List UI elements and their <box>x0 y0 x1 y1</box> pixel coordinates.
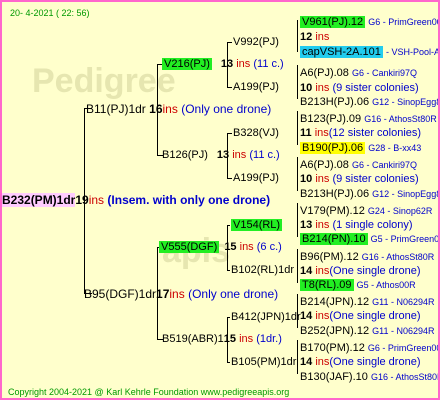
grandparent-4-count: 15 <box>223 333 237 345</box>
date-stamp: 20- 4-2021 ( 22: 56) <box>10 8 90 18</box>
grandparent-node-4[interactable]: B519(ABR)115 ins (1dr.) <box>162 332 282 346</box>
grandparent-1-count: 13 <box>220 58 234 70</box>
gen4-row-7[interactable]: A6(PJ).08 G6 - Cankiri97Q <box>300 158 417 172</box>
gen4-row-11[interactable]: B96(PM).12 G16 - AthosSt80R <box>300 250 434 264</box>
root-inbreeding-count: 19 <box>75 193 89 207</box>
grandparent-4-ins: ins <box>239 333 254 345</box>
gen4-row-10[interactable]: B214(PN).10 G5 - PrimGreen00 <box>300 232 438 246</box>
line-gen3-1-bottom <box>227 87 232 88</box>
parent-1-ins: ins <box>162 102 178 116</box>
gen4-row-2[interactable]: capVSH-2A.101 - VSH-Pool-AR <box>300 45 438 59</box>
parent-2-count: 17 <box>156 287 170 301</box>
gen3-1-id: V992(PJ) <box>233 36 279 48</box>
grandparent-2-id: B126(PJ) <box>162 149 208 161</box>
gen4-row-9-note: 13 ins (1 single colony) <box>300 219 413 231</box>
line-gen4-8-vertical <box>297 340 298 374</box>
grandparent-4-note: (1dr.) <box>256 333 282 345</box>
grandparent-2-note: (11 c.) <box>249 149 280 161</box>
grandparent-3-count: 15 <box>224 241 237 253</box>
gen4-row-5-note: 11 ins(12 sister colonies) <box>300 127 422 139</box>
gen4-row-14[interactable]: B252(JPN).12 G11 - N06294R <box>300 324 435 338</box>
line-gen4-1-vertical <box>297 20 298 52</box>
gen4-row-5[interactable]: B123(PJ).09 G16 - AthosSt80R <box>300 112 437 126</box>
parent-2-note: (Only one drone) <box>188 287 279 301</box>
gen3-4-id: A199(PJ) <box>233 172 279 184</box>
pedigree-canvas: Pedigree apis 20- 4-2021 ( 22: 56) B232(… <box>0 0 440 400</box>
grandparent-3-id: V555(DGF) <box>159 241 220 253</box>
parent-2-id: B95(DGF)1dr <box>84 287 157 301</box>
gen4-row-1[interactable]: V961(PJ).12 G6 - PrimGreen00 <box>300 15 438 29</box>
grandparent-2-ins: ins <box>232 149 247 161</box>
grandparent-3-ins: ins <box>239 241 254 253</box>
gen3-node-5[interactable]: V154(RL) <box>231 218 283 232</box>
gen3-5-id: V154(RL) <box>231 219 283 231</box>
gen3-7-id: B412(JPN)1dr <box>231 311 301 323</box>
gen3-node-3[interactable]: B328(VJ) <box>233 126 279 140</box>
line-gen3-1-top <box>227 42 232 43</box>
gen4-row-11-note: 14 ins(One single drone) <box>300 265 421 277</box>
line-gen3-3-bottom <box>227 270 230 271</box>
line-gen3-2-bottom <box>227 178 232 179</box>
grandparent-3-note: (6 c.) <box>256 241 282 253</box>
gen4-row-13-note: 14 ins(One single drone) <box>300 310 421 322</box>
line-gen3-4-top <box>227 317 230 318</box>
gen3-node-6[interactable]: B102(RL)1dr <box>231 263 294 277</box>
line-gen4-3-vertical <box>297 111 298 145</box>
root-queen[interactable]: B232(PM)1dr19ins (Insem. with only one d… <box>2 193 270 207</box>
copyright-footer: Copyright 2004-2021 @ Karl Kehrle Founda… <box>8 387 290 397</box>
grandparent-node-1[interactable]: V216(PJ) 13 ins (11 c.) <box>162 57 284 71</box>
gen4-row-15-note: 14 ins(One single drone) <box>300 356 421 368</box>
parent-node-2[interactable]: B95(DGF)1dr17ins (Only one drone) <box>84 287 278 301</box>
gen4-row-4[interactable]: B213H(PJ).06 G12 - SinopEgg86R <box>300 95 438 109</box>
grandparent-1-id: V216(PJ) <box>162 58 212 70</box>
gen3-node-2[interactable]: A199(PJ) <box>233 80 279 94</box>
line-gen3-2-top <box>227 133 232 134</box>
grandparent-4-id: B519(ABR)1 <box>162 333 224 345</box>
gen3-node-4[interactable]: A199(PJ) <box>233 171 279 185</box>
gen4-row-12[interactable]: T8(RL).09 G5 - Athos00R <box>300 278 416 292</box>
gen4-row-16[interactable]: B130(JAF).10 G16 - AthosSt80R <box>300 370 438 384</box>
gen4-row-9[interactable]: V179(PM).12 G24 - Sinop62R <box>300 204 432 218</box>
gen3-node-8[interactable]: B105(PM)1dr <box>231 355 296 369</box>
gen4-row-7-note: 10 ins (9 sister colonies) <box>300 173 419 185</box>
parent-node-1[interactable]: B11(PJ)1dr 16ins (Only one drone) <box>86 102 271 116</box>
line-gen3-3-top <box>227 225 230 226</box>
gen4-row-8[interactable]: B213H(PJ).06 G12 - SinopEgg86R <box>300 187 438 201</box>
parent-1-count: 16 <box>149 102 163 116</box>
gen4-row-3[interactable]: A6(PJ).08 G6 - Cankiri97Q <box>300 66 417 80</box>
grandparent-node-3[interactable]: V555(DGF) 15 ins (6 c.) <box>159 240 282 254</box>
line-gen4-2-vertical <box>297 65 298 99</box>
line-gen3-4-bottom <box>227 362 230 363</box>
parent-2-ins: ins <box>169 287 185 301</box>
gen3-node-7[interactable]: B412(JPN)1dr <box>231 310 301 324</box>
gen3-2-id: A199(PJ) <box>233 81 279 93</box>
gen4-row-1-note: 12 ins <box>300 31 330 43</box>
gen3-node-1[interactable]: V992(PJ) <box>233 35 279 49</box>
gen4-row-13[interactable]: B214(JPN).12 G11 - N06294R <box>300 295 435 309</box>
parent-1-note: (Only one drone) <box>181 102 272 116</box>
line-gen4-5-vertical <box>297 203 298 237</box>
line-gen4-6-vertical <box>297 249 298 283</box>
grandparent-2-count: 13 <box>216 149 230 161</box>
grandparent-1-ins: ins <box>236 58 251 70</box>
gen3-3-id: B328(VJ) <box>233 127 279 139</box>
gen3-8-id: B105(PM)1dr <box>231 356 297 368</box>
gen4-row-15[interactable]: B170(PM).12 G6 - PrimGreen00 <box>300 341 438 355</box>
grandparent-1-note: (11 c.) <box>253 58 284 70</box>
root-ins-label: ins <box>88 193 105 207</box>
parent-1-id: B11(PJ)1dr <box>86 102 146 116</box>
gen4-row-3-note: 10 ins (9 sister colonies) <box>300 82 419 94</box>
grandparent-node-2[interactable]: B126(PJ) 13 ins (11 c.) <box>162 148 280 162</box>
root-queen-id: B232(PM)1dr <box>2 193 76 207</box>
watermark-text-1: Pedigree <box>32 62 176 100</box>
line-gen4-4-vertical <box>297 157 298 191</box>
gen4-row-6[interactable]: B190(PJ).06 G28 - B-xx43 <box>300 141 421 155</box>
gen3-6-id: B102(RL)1dr <box>231 264 294 276</box>
root-note: (Insem. with only one drone) <box>107 193 271 207</box>
